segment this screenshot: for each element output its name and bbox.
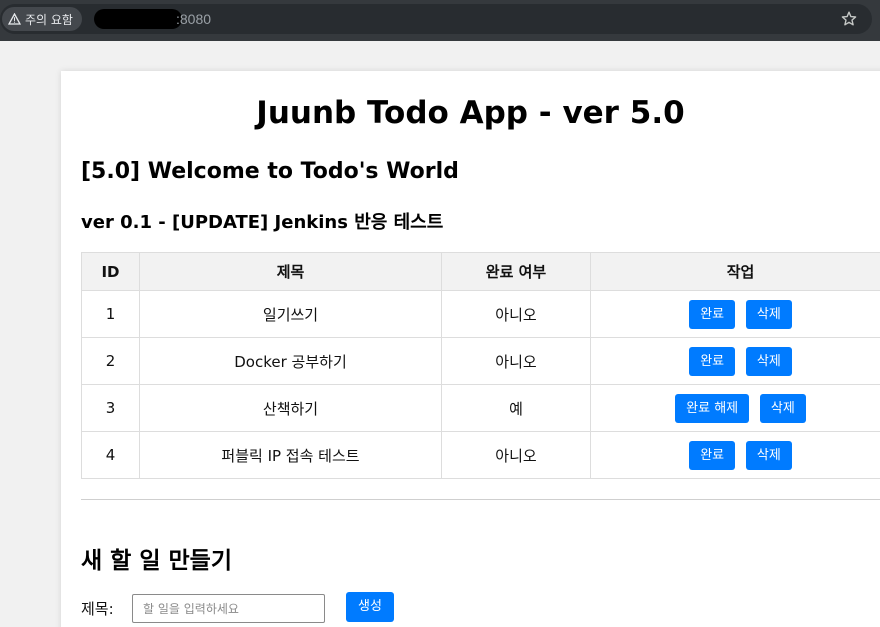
todo-title: Docker 공부하기 <box>139 337 442 385</box>
complete-button[interactable]: 완료 <box>689 440 736 470</box>
redacted-host <box>94 9 182 29</box>
url-text[interactable]: :8080 <box>176 11 211 27</box>
complete-button[interactable]: 완료 <box>689 299 736 329</box>
title-input[interactable] <box>132 594 325 623</box>
todo-id: 4 <box>81 431 140 479</box>
todo-id: 1 <box>81 290 140 338</box>
address-bar[interactable]: 주의 요함 :8080 <box>0 4 872 34</box>
delete-button[interactable]: 삭제 <box>745 346 792 376</box>
page-title: Juunb Todo App - ver 5.0 <box>256 95 685 131</box>
column-header-actions: 작업 <box>590 252 880 291</box>
todo-done-status: 아니오 <box>441 431 591 479</box>
table-row: 2 Docker 공부하기 아니오 완료 삭제 <box>81 337 880 385</box>
table-header-row: ID 제목 완료 여부 작업 <box>81 252 880 291</box>
delete-button[interactable]: 삭제 <box>745 299 792 329</box>
title-field-label: 제목: <box>81 600 114 618</box>
todo-actions: 완료 해제 삭제 <box>590 384 880 432</box>
uncomplete-button[interactable]: 완료 해제 <box>675 393 750 423</box>
warning-icon <box>8 13 21 25</box>
todo-id: 2 <box>81 337 140 385</box>
todo-title: 산책하기 <box>139 384 442 432</box>
browser-toolbar: 주의 요함 :8080 <box>0 0 880 41</box>
column-header-id: ID <box>81 252 140 291</box>
todo-table: ID 제목 완료 여부 작업 1 일기쓰기 아니오 완료 삭제 2 Docker… <box>81 252 880 479</box>
delete-button[interactable]: 삭제 <box>745 440 792 470</box>
todo-done-status: 아니오 <box>441 290 591 338</box>
table-row: 3 산책하기 예 완료 해제 삭제 <box>81 384 880 432</box>
todo-title: 일기쓰기 <box>139 290 442 338</box>
table-row: 1 일기쓰기 아니오 완료 삭제 <box>81 290 880 338</box>
complete-button[interactable]: 완료 <box>689 346 736 376</box>
todo-done-status: 아니오 <box>441 337 591 385</box>
todo-actions: 완료 삭제 <box>590 290 880 338</box>
new-todo-heading: 새 할 일 만들기 <box>81 548 232 574</box>
todo-title: 퍼블릭 IP 접속 테스트 <box>139 431 442 479</box>
todo-actions: 완료 삭제 <box>590 431 880 479</box>
bookmark-star-icon[interactable] <box>840 10 858 28</box>
column-header-title: 제목 <box>139 252 442 291</box>
table-row: 4 퍼블릭 IP 접속 테스트 아니오 완료 삭제 <box>81 431 880 479</box>
column-header-done: 완료 여부 <box>441 252 591 291</box>
todo-done-status: 예 <box>441 384 591 432</box>
version-note: ver 0.1 - [UPDATE] Jenkins 반응 테스트 <box>81 212 444 233</box>
welcome-heading: [5.0] Welcome to Todo's World <box>81 159 459 184</box>
delete-button[interactable]: 삭제 <box>759 393 806 423</box>
todo-app-container: Juunb Todo App - ver 5.0 [5.0] Welcome t… <box>61 71 880 627</box>
todo-actions: 완료 삭제 <box>590 337 880 385</box>
create-button[interactable]: 생성 <box>346 592 394 622</box>
security-warning-chip[interactable]: 주의 요함 <box>2 7 82 31</box>
todo-id: 3 <box>81 384 140 432</box>
security-warning-label: 주의 요함 <box>25 12 73 27</box>
section-divider <box>81 499 880 500</box>
